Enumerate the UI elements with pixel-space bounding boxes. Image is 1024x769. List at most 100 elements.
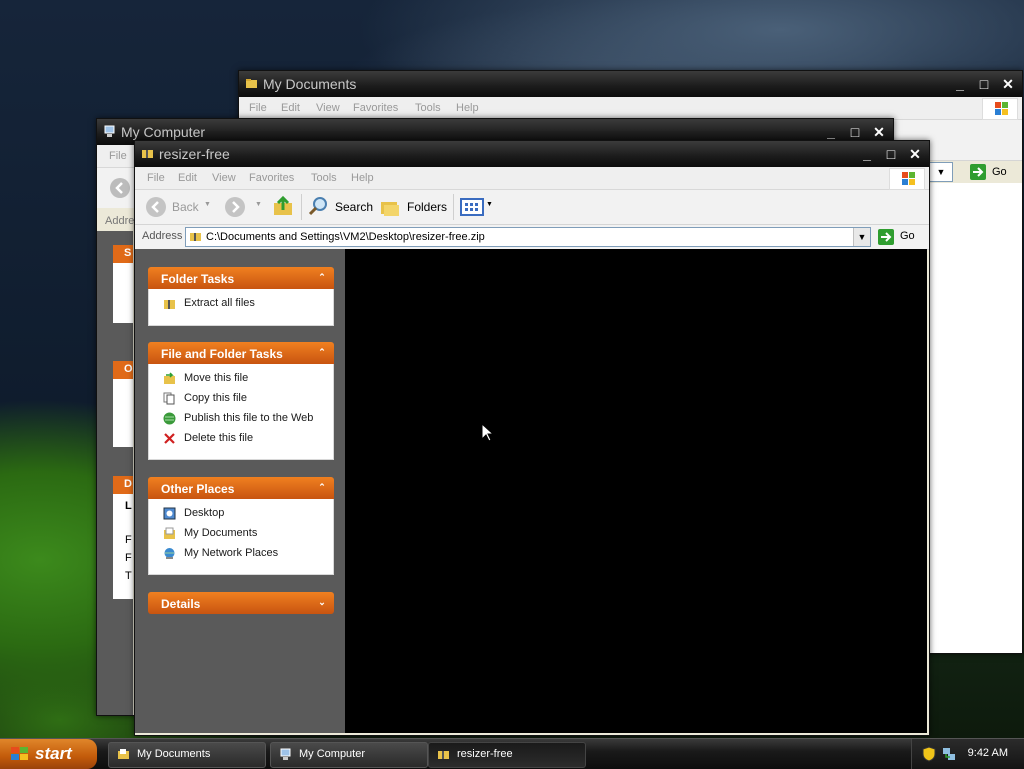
menu-help[interactable]: Help [456,102,479,114]
folder-tasks-box: Folder Tasks ⌃ Extract all files [148,267,334,326]
other-places-header[interactable]: Other Places ⌃ [148,477,334,499]
other-places-box: Other Places ⌃ Desktop My Documents My N… [148,477,334,575]
minimize-button[interactable]: _ [821,122,841,142]
forward-arrow-icon[interactable] [224,196,246,218]
close-button[interactable]: ✕ [869,122,889,142]
folders-button[interactable]: Folders [407,200,447,214]
standard-toolbar: Back ▼ ▼ Search Folders ▼ [135,190,929,225]
folder-icon [246,79,257,88]
details-title: Details [161,597,201,611]
go-button[interactable]: Go [992,166,1007,178]
go-button[interactable]: Go [900,230,915,242]
clock[interactable]: 9:42 AM [968,747,1008,759]
close-button[interactable]: ✕ [905,144,925,164]
other-place-desktop[interactable]: Desktop [149,504,333,524]
folders-icon[interactable] [379,196,401,218]
copy-icon [163,392,175,405]
address-dropdown[interactable]: ▼ [929,162,953,182]
minimize-button[interactable]: _ [950,74,970,94]
collapse-icon[interactable]: ⌃ [316,346,328,358]
details-header[interactable]: Details ⌄ [148,592,334,614]
minimize-button[interactable]: _ [857,144,877,164]
folder-tasks-header[interactable]: Folder Tasks ⌃ [148,267,334,289]
menu-file[interactable]: File [109,150,127,162]
collapse-icon[interactable]: ⌃ [316,481,328,493]
menu-favorites[interactable]: Favorites [353,102,398,114]
delete-icon [164,433,175,444]
folder-tasks-title: Folder Tasks [161,272,235,286]
up-folder-icon[interactable] [272,195,294,217]
menu-file[interactable]: File [147,172,165,184]
zip-folder-icon [190,233,201,241]
close-button[interactable]: ✕ [998,74,1018,94]
address-dropdown-icon[interactable]: ▼ [853,228,870,246]
back-button[interactable]: Back [172,200,199,214]
window-title: My Documents [263,76,357,92]
task-body: L F F T [113,494,133,599]
maximize-button[interactable]: □ [974,74,994,94]
search-icon[interactable] [307,195,329,217]
address-input[interactable]: C:\Documents and Settings\VM2\Desktop\re… [185,227,871,247]
menu-help[interactable]: Help [351,172,374,184]
delete-this-file-link[interactable]: Delete this file [149,429,333,449]
menu-bar: File Edit View Favorites Tools Help [239,97,1022,120]
globe-icon [163,412,176,425]
task-body [113,263,133,323]
back-dropdown-icon[interactable]: ▼ [204,201,211,208]
views-icon[interactable] [460,197,484,217]
extract-icon [164,300,175,309]
move-icon [164,372,175,384]
menu-file[interactable]: File [249,102,267,114]
collapse-icon[interactable]: ⌃ [316,271,328,283]
menu-tools[interactable]: Tools [311,172,337,184]
taskbar-item-my-documents[interactable]: My Documents [108,742,266,768]
file-and-folder-tasks-title: File and Folder Tasks [161,347,283,361]
back-arrow-icon[interactable] [109,177,131,199]
resizer-free-titlebar[interactable]: resizer-free _ □ ✕ [135,141,929,167]
mouse-cursor-icon [481,423,493,442]
taskbar-item-resizer-free[interactable]: resizer-free [428,742,586,768]
menu-view[interactable]: View [316,102,340,114]
other-place-my-documents[interactable]: My Documents [149,524,333,544]
separator [453,194,454,220]
views-dropdown-icon[interactable]: ▼ [486,201,493,208]
computer-icon [280,748,291,760]
menu-view[interactable]: View [212,172,236,184]
menu-edit[interactable]: Edit [281,102,300,114]
my-documents-titlebar[interactable]: My Documents _ □ ✕ [239,71,1022,97]
extract-all-files-link[interactable]: Extract all files [149,294,333,314]
resizer-free-window[interactable]: resizer-free _ □ ✕ File Edit View Favori… [134,140,930,736]
network-icon [164,548,175,559]
taskbar-item-my-computer[interactable]: My Computer [270,742,428,768]
go-arrow-icon[interactable] [878,229,894,245]
move-this-file-link[interactable]: Move this file [149,369,333,389]
maximize-button[interactable]: □ [845,122,865,142]
search-button[interactable]: Search [335,200,373,214]
menu-tools[interactable]: Tools [415,102,441,114]
back-arrow-icon[interactable] [145,196,167,218]
file-and-folder-tasks-header[interactable]: File and Folder Tasks ⌃ [148,342,334,364]
windows-logo [982,98,1018,120]
task-pane: Folder Tasks ⌃ Extract all files File an… [135,249,345,733]
go-arrow-icon[interactable] [970,164,986,180]
security-shield-icon[interactable] [922,746,936,762]
forward-dropdown-icon[interactable]: ▼ [255,201,262,208]
desktop-icon [163,507,176,520]
address-value[interactable]: C:\Documents and Settings\VM2\Desktop\re… [206,231,485,243]
start-button[interactable]: start [0,739,97,769]
network-tray-icon[interactable] [942,746,956,762]
copy-this-file-link[interactable]: Copy this file [149,389,333,409]
expand-icon[interactable]: ⌄ [316,596,328,608]
details-box: Details ⌄ [148,592,334,614]
taskbar: start My Documents My Computer resizer-f… [0,738,1024,769]
publish-to-web-link[interactable]: Publish this file to the Web [149,409,333,429]
task-header: O [113,361,133,379]
file-list-area[interactable] [345,249,927,733]
menu-favorites[interactable]: Favorites [249,172,294,184]
maximize-button[interactable]: □ [881,144,901,164]
separator [301,194,302,220]
address-label: Addre [105,215,135,227]
other-place-my-network-places[interactable]: My Network Places [149,544,333,564]
file-and-folder-tasks-box: File and Folder Tasks ⌃ Move this file C… [148,342,334,460]
menu-edit[interactable]: Edit [178,172,197,184]
